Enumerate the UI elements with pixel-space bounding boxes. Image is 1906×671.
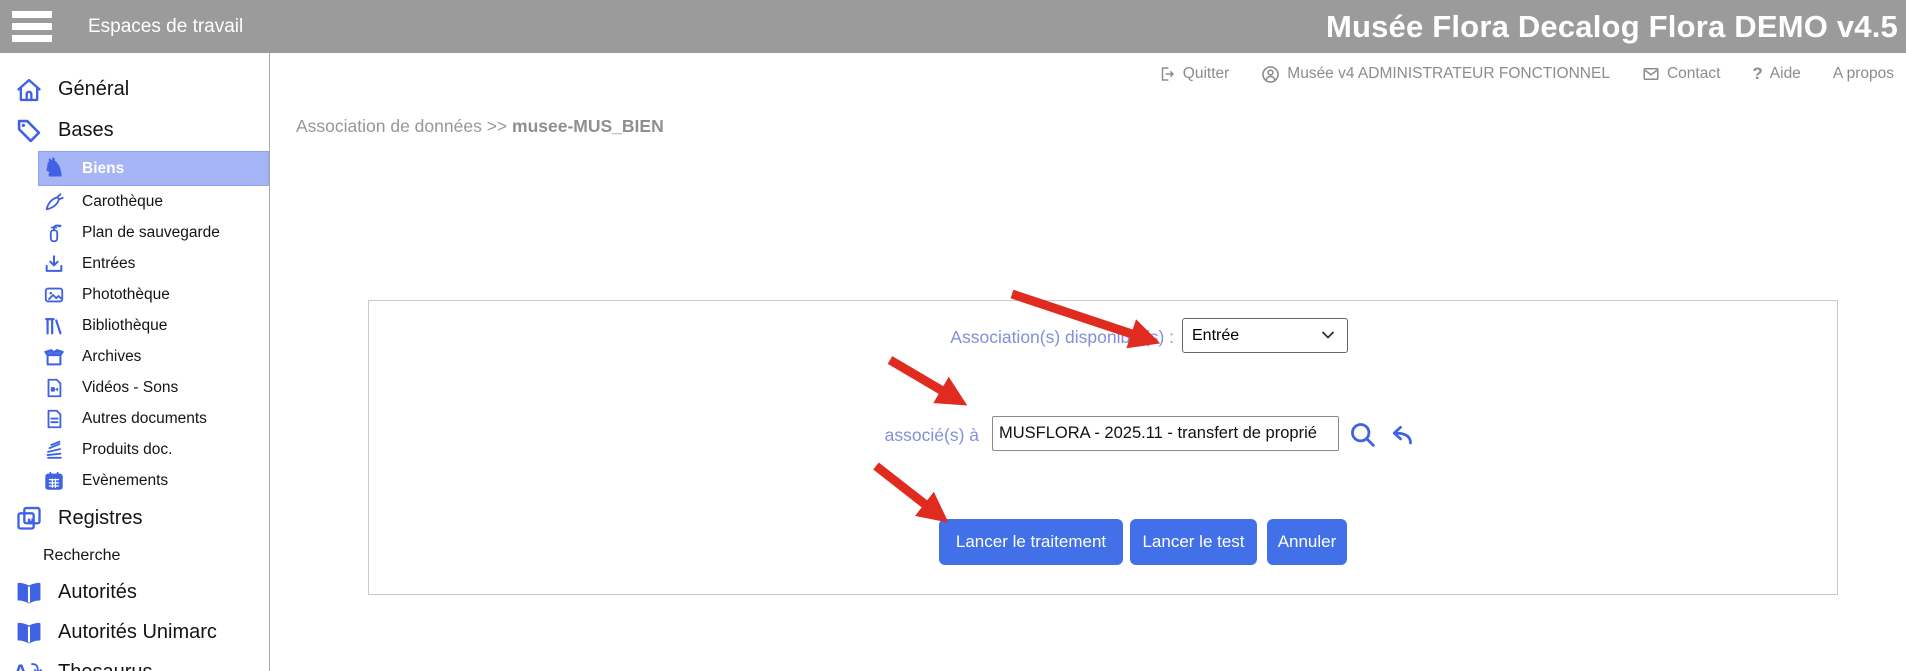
sidebar-item-produits-doc[interactable]: Produits doc. — [0, 434, 269, 465]
document-icon — [42, 407, 66, 431]
sidebar-item-autorites-unimarc[interactable]: Autorités Unimarc — [0, 612, 269, 652]
sidebar-item-thesaurus[interactable]: A Thesaurus — [0, 652, 269, 671]
sidebar-label: Autres documents — [82, 410, 207, 428]
application-window: Espaces de travail Musée Flora Decalog F… — [0, 0, 1906, 671]
sidebar-label: Registres — [58, 507, 142, 530]
sidebar-item-plan-de-sauvegarde[interactable]: Plan de sauvegarde — [0, 217, 269, 248]
sidebar-navigation: Général Bases ♞ Biens Carothèque Plan de… — [0, 53, 270, 671]
sidebar-label: Thesaurus — [58, 661, 153, 671]
sidebar-item-recherche[interactable]: Recherche — [0, 540, 269, 572]
sidebar-item-registres[interactable]: Registres — [0, 496, 269, 540]
sidebar-item-biens[interactable]: ♞ Biens — [38, 151, 269, 186]
registers-icon — [13, 503, 44, 534]
sidebar-item-phototheque[interactable]: Photothèque — [0, 279, 269, 310]
carrot-icon — [42, 190, 66, 214]
sidebar-item-autres-documents[interactable]: Autres documents — [0, 403, 269, 434]
hamburger-menu-icon[interactable] — [12, 11, 52, 42]
apropos-label: A propos — [1833, 65, 1894, 83]
user-icon — [1261, 65, 1280, 84]
association-available-label: Association(s) disponible(s) : — [950, 327, 1174, 348]
sidebar-label: Biens — [82, 160, 124, 178]
sidebar-item-evenements[interactable]: Evènements — [0, 465, 269, 496]
video-file-icon — [42, 376, 66, 400]
archive-box-icon — [42, 345, 66, 369]
lancer-test-button[interactable]: Lancer le test — [1130, 519, 1257, 565]
breadcrumb-path: Association de données >> — [296, 116, 507, 136]
undo-icon[interactable] — [1385, 422, 1415, 455]
mail-icon — [1642, 65, 1660, 83]
home-icon — [13, 74, 44, 105]
sidebar-item-carotheque[interactable]: Carothèque — [0, 186, 269, 217]
quitter-link[interactable]: Quitter — [1158, 65, 1230, 83]
current-user-label: Musée v4 ADMINISTRATEUR FONCTIONNEL — [1287, 65, 1610, 83]
sidebar-item-autorites[interactable]: Autorités — [0, 572, 269, 612]
thesaurus-icon: A — [13, 657, 44, 671]
sidebar-label: Autorités — [58, 581, 137, 604]
help-icon: ? — [1752, 64, 1762, 84]
sidebar-item-videos-sons[interactable]: Vidéos - Sons — [0, 372, 269, 403]
tag-icon — [13, 115, 44, 146]
sidebar-label: Carothèque — [82, 193, 163, 211]
sidebar-label: Bibliothèque — [82, 317, 167, 335]
contact-label: Contact — [1667, 65, 1720, 83]
quitter-label: Quitter — [1183, 65, 1230, 83]
utility-bar: Quitter Musée v4 ADMINISTRATEUR FONCTION… — [1158, 53, 1894, 95]
associated-to-input[interactable] — [992, 416, 1339, 451]
sidebar-item-entrees[interactable]: Entrées — [0, 248, 269, 279]
sidebar-label: Plan de sauvegarde — [82, 224, 220, 242]
sidebar-item-bibliotheque[interactable]: Bibliothèque — [0, 310, 269, 341]
open-book-icon — [13, 577, 44, 608]
sidebar-label: Archives — [82, 348, 141, 366]
current-user-link[interactable]: Musée v4 ADMINISTRATEUR FONCTIONNEL — [1261, 65, 1610, 84]
associated-to-label: associé(s) à — [885, 425, 979, 446]
books-icon — [42, 314, 66, 338]
sidebar-label: Vidéos - Sons — [82, 379, 178, 397]
calendar-icon — [42, 469, 66, 493]
paper-stack-icon — [42, 438, 66, 462]
sidebar-label: Recherche — [43, 547, 120, 565]
inbox-arrow-icon — [42, 252, 66, 276]
workspace-label: Espaces de travail — [88, 0, 243, 53]
search-icon[interactable] — [1348, 420, 1377, 454]
sidebar-label: Bases — [58, 119, 114, 142]
aide-link[interactable]: ? Aide — [1752, 64, 1800, 84]
sidebar-label: Entrées — [82, 255, 135, 273]
sidebar-label: Général — [58, 78, 129, 101]
exit-icon — [1158, 65, 1176, 83]
aide-label: Aide — [1770, 65, 1801, 83]
annuler-button[interactable]: Annuler — [1267, 519, 1347, 565]
photo-icon — [42, 283, 66, 307]
contact-link[interactable]: Contact — [1642, 65, 1720, 83]
fire-extinguisher-icon — [42, 221, 66, 245]
open-book-icon — [13, 617, 44, 648]
app-title: Musée Flora Decalog Flora DEMO v4.5 — [1326, 0, 1898, 53]
breadcrumb: Association de données >> musee-MUS_BIEN — [296, 116, 664, 137]
sidebar-item-bases[interactable]: Bases — [0, 110, 269, 151]
sidebar-label: Autorités Unimarc — [58, 621, 217, 644]
sidebar-item-archives[interactable]: Archives — [0, 341, 269, 372]
apropos-link[interactable]: A propos — [1833, 65, 1894, 83]
sidebar-label: Produits doc. — [82, 441, 172, 459]
breadcrumb-current: musee-MUS_BIEN — [512, 116, 664, 136]
sidebar-label: Photothèque — [82, 286, 170, 304]
sidebar-label: Evènements — [82, 472, 168, 490]
top-header-bar: Espaces de travail Musée Flora Decalog F… — [0, 0, 1906, 53]
chess-knight-icon: ♞ — [42, 157, 66, 181]
lancer-traitement-button[interactable]: Lancer le traitement — [939, 519, 1123, 565]
association-select[interactable]: Entrée — [1182, 318, 1348, 353]
sidebar-item-general[interactable]: Général — [0, 69, 269, 110]
association-form-panel: Association(s) disponible(s) : Entrée as… — [368, 300, 1838, 595]
